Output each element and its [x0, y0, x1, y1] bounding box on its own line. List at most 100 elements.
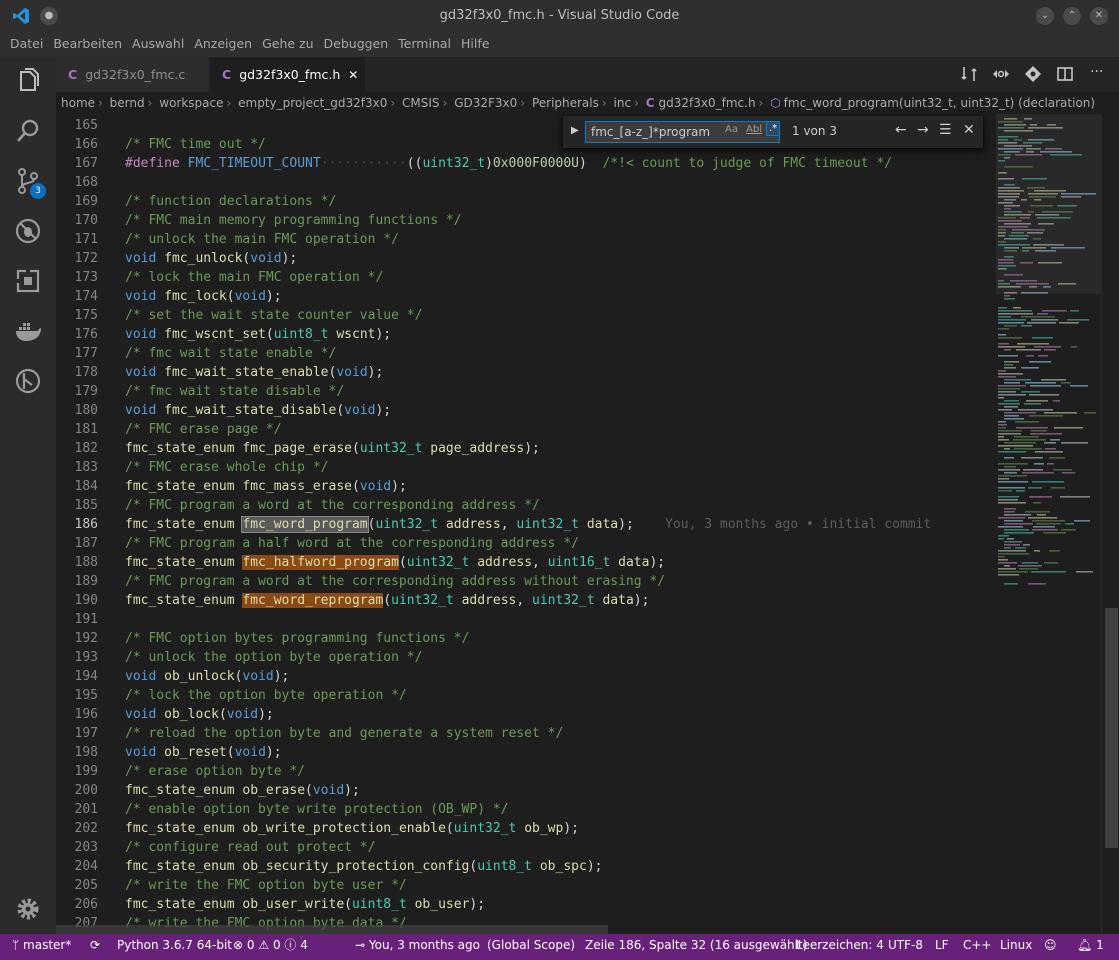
minimap-line [1025, 382, 1056, 384]
minimap-line [998, 451, 1026, 453]
code-text: /* unlock the main FMC operation */ [125, 232, 399, 247]
tab-label: gd32f3x0_fmc.h [239, 67, 341, 82]
tab-fmc-c[interactable]: Cgd32f3x0_fmc.c [56, 57, 208, 92]
breadcrumb-file[interactable]: gd32f3x0_fmc.h [659, 96, 756, 110]
minimap-line [1004, 349, 1011, 351]
minimap-line [998, 562, 1017, 564]
breadcrumb-inc[interactable]: inc [614, 96, 632, 110]
eol-setting[interactable]: LF [935, 934, 949, 956]
menu-bar: Datei Bearbeiten Auswahl Anzeigen Gehe z… [0, 33, 1119, 57]
breadcrumb-symbol[interactable]: fmc_word_program(uint32_t, uint32_t) (de… [784, 96, 1095, 110]
split-editor-icon[interactable] [1056, 65, 1074, 83]
debug-icon[interactable] [14, 217, 42, 245]
maximize-button[interactable]: ⌃ [1063, 7, 1081, 25]
open-changes-icon[interactable] [992, 65, 1010, 83]
minimap[interactable] [996, 114, 1101, 934]
breadcrumb-workspace[interactable]: workspace [159, 96, 223, 110]
horizontal-scrollbar[interactable] [56, 925, 608, 934]
gitlens-icon[interactable] [14, 367, 42, 395]
line-number: 202 [74, 821, 98, 836]
line-number: 177 [74, 346, 98, 361]
whole-word-toggle[interactable]: Abl [746, 124, 762, 135]
menu-bearbeiten[interactable]: Bearbeiten [53, 33, 122, 57]
code-editor[interactable]: 165 166 /* FMC time out */ 167 #define FMC_T… [56, 114, 996, 934]
minimize-button[interactable]: ⌄ [1036, 7, 1054, 25]
breadcrumb-gd32f3x0[interactable]: GD32F3x0 [454, 96, 517, 110]
git-branch[interactable]: ᛘ master* [12, 934, 71, 956]
breadcrumb-home[interactable]: home [61, 96, 95, 110]
code-text: /* function declarations */ [125, 194, 337, 209]
previous-match-icon[interactable]: ← [895, 122, 907, 138]
code-text: /* unlock the option byte operation */ [125, 650, 423, 665]
line-number: 174 [74, 289, 98, 304]
minimap-line [1029, 415, 1063, 417]
breadcrumb-peripherals[interactable]: Peripherals [532, 96, 599, 110]
scrollbar-thumb[interactable] [1105, 608, 1118, 848]
notifications[interactable]: 🔔︎ 1 [1077, 934, 1104, 956]
git-blame-status[interactable]: ⊸ You, 3 months ago [355, 934, 480, 956]
minimap-line [1029, 361, 1051, 363]
code-text: fmc_state_enum fmc_word_program(uint32_t… [125, 516, 932, 533]
search-icon[interactable] [14, 117, 42, 145]
editor-tabs: Cgd32f3x0_fmc.c Cgd32f3x0_fmc.h ✕ ··· [56, 57, 1119, 92]
compare-changes-icon[interactable] [960, 65, 978, 83]
minimap-line [1016, 349, 1041, 351]
scope-indicator[interactable]: (Global Scope) [487, 934, 575, 956]
minimap-line [1004, 511, 1015, 513]
minimap-line [998, 463, 1028, 465]
minimap-line [1038, 355, 1048, 357]
tab-fmc-h[interactable]: Cgd32f3x0_fmc.h ✕ [210, 57, 365, 92]
problems-indicator[interactable]: ⊗ 0 ⚠ 0 ⓘ 4 [233, 934, 308, 956]
language-mode[interactable]: C++ [963, 934, 992, 956]
menu-debuggen[interactable]: Debuggen [324, 33, 389, 57]
code-text: fmc_state_enum fmc_mass_erase(void); [125, 479, 407, 494]
menu-gehe-zu[interactable]: Gehe zu [262, 33, 313, 57]
menu-anzeigen[interactable]: Anzeigen [194, 33, 252, 57]
vertical-scrollbar[interactable] [1101, 114, 1119, 934]
encoding-setting[interactable]: UTF-8 [888, 934, 923, 956]
settings-gear-icon[interactable] [14, 895, 42, 923]
breadcrumb-project[interactable]: empty_project_gd32f3x0 [238, 96, 387, 110]
line-number: 195 [74, 688, 98, 703]
menu-hilfe[interactable]: Hilfe [461, 33, 489, 57]
git-branch-icon: ᛘ [12, 938, 20, 952]
match-case-toggle[interactable]: Aa [725, 124, 738, 135]
minimap-line [998, 487, 1025, 489]
cursor-position[interactable]: Zeile 186, Spalte 32 (16 ausgewählt) [585, 934, 807, 956]
extensions-icon[interactable] [14, 267, 42, 295]
menu-terminal[interactable]: Terminal [398, 33, 451, 57]
line-number: 166 [74, 137, 98, 152]
git-commit-icon[interactable] [1024, 65, 1042, 83]
line-number: 178 [74, 365, 98, 380]
close-find-icon[interactable]: ✕ [963, 122, 975, 138]
close-tab-icon[interactable]: ✕ [348, 68, 358, 82]
breadcrumb-bernd[interactable]: bernd [110, 96, 145, 110]
minimap-slider[interactable] [996, 114, 1101, 294]
python-interpreter[interactable]: Python 3.6.7 64-bit [117, 934, 232, 956]
minimap-line [1004, 442, 1036, 444]
regex-toggle[interactable]: .* [766, 121, 781, 136]
feedback-smiley-icon[interactable]: ☺ [1044, 934, 1057, 956]
indentation-setting[interactable]: Leerzeichen: 4 [796, 934, 884, 956]
code-text: /* lock the option byte operation */ [125, 688, 407, 703]
menu-auswahl[interactable]: Auswahl [132, 33, 184, 57]
breadcrumb-cmsis[interactable]: CMSIS [402, 96, 440, 110]
code-text: void ob_reset(void); [125, 745, 282, 760]
menu-datei[interactable]: Datei [10, 33, 43, 57]
docker-icon[interactable] [14, 317, 42, 345]
code-text: /* set the wait state counter value */ [125, 308, 423, 323]
code-text: void fmc_wait_state_disable(void); [125, 403, 392, 418]
close-window-button[interactable]: ✕ [1090, 7, 1108, 25]
next-match-icon[interactable]: → [917, 122, 929, 138]
sync-icon[interactable]: ⟳ [90, 934, 100, 956]
minimap-line [1021, 316, 1055, 318]
line-number: 206 [74, 897, 98, 912]
more-actions-icon[interactable]: ··· [1090, 65, 1108, 83]
find-in-selection-icon[interactable]: ☰ [939, 122, 952, 138]
code-text: /* lock the main FMC operation */ [125, 270, 384, 285]
toggle-replace-icon[interactable]: ▶ [571, 125, 579, 136]
minimap-line [1026, 400, 1048, 402]
minimap-line [1030, 385, 1061, 387]
os-indicator[interactable]: Linux [1000, 934, 1032, 956]
explorer-icon[interactable] [14, 67, 42, 95]
